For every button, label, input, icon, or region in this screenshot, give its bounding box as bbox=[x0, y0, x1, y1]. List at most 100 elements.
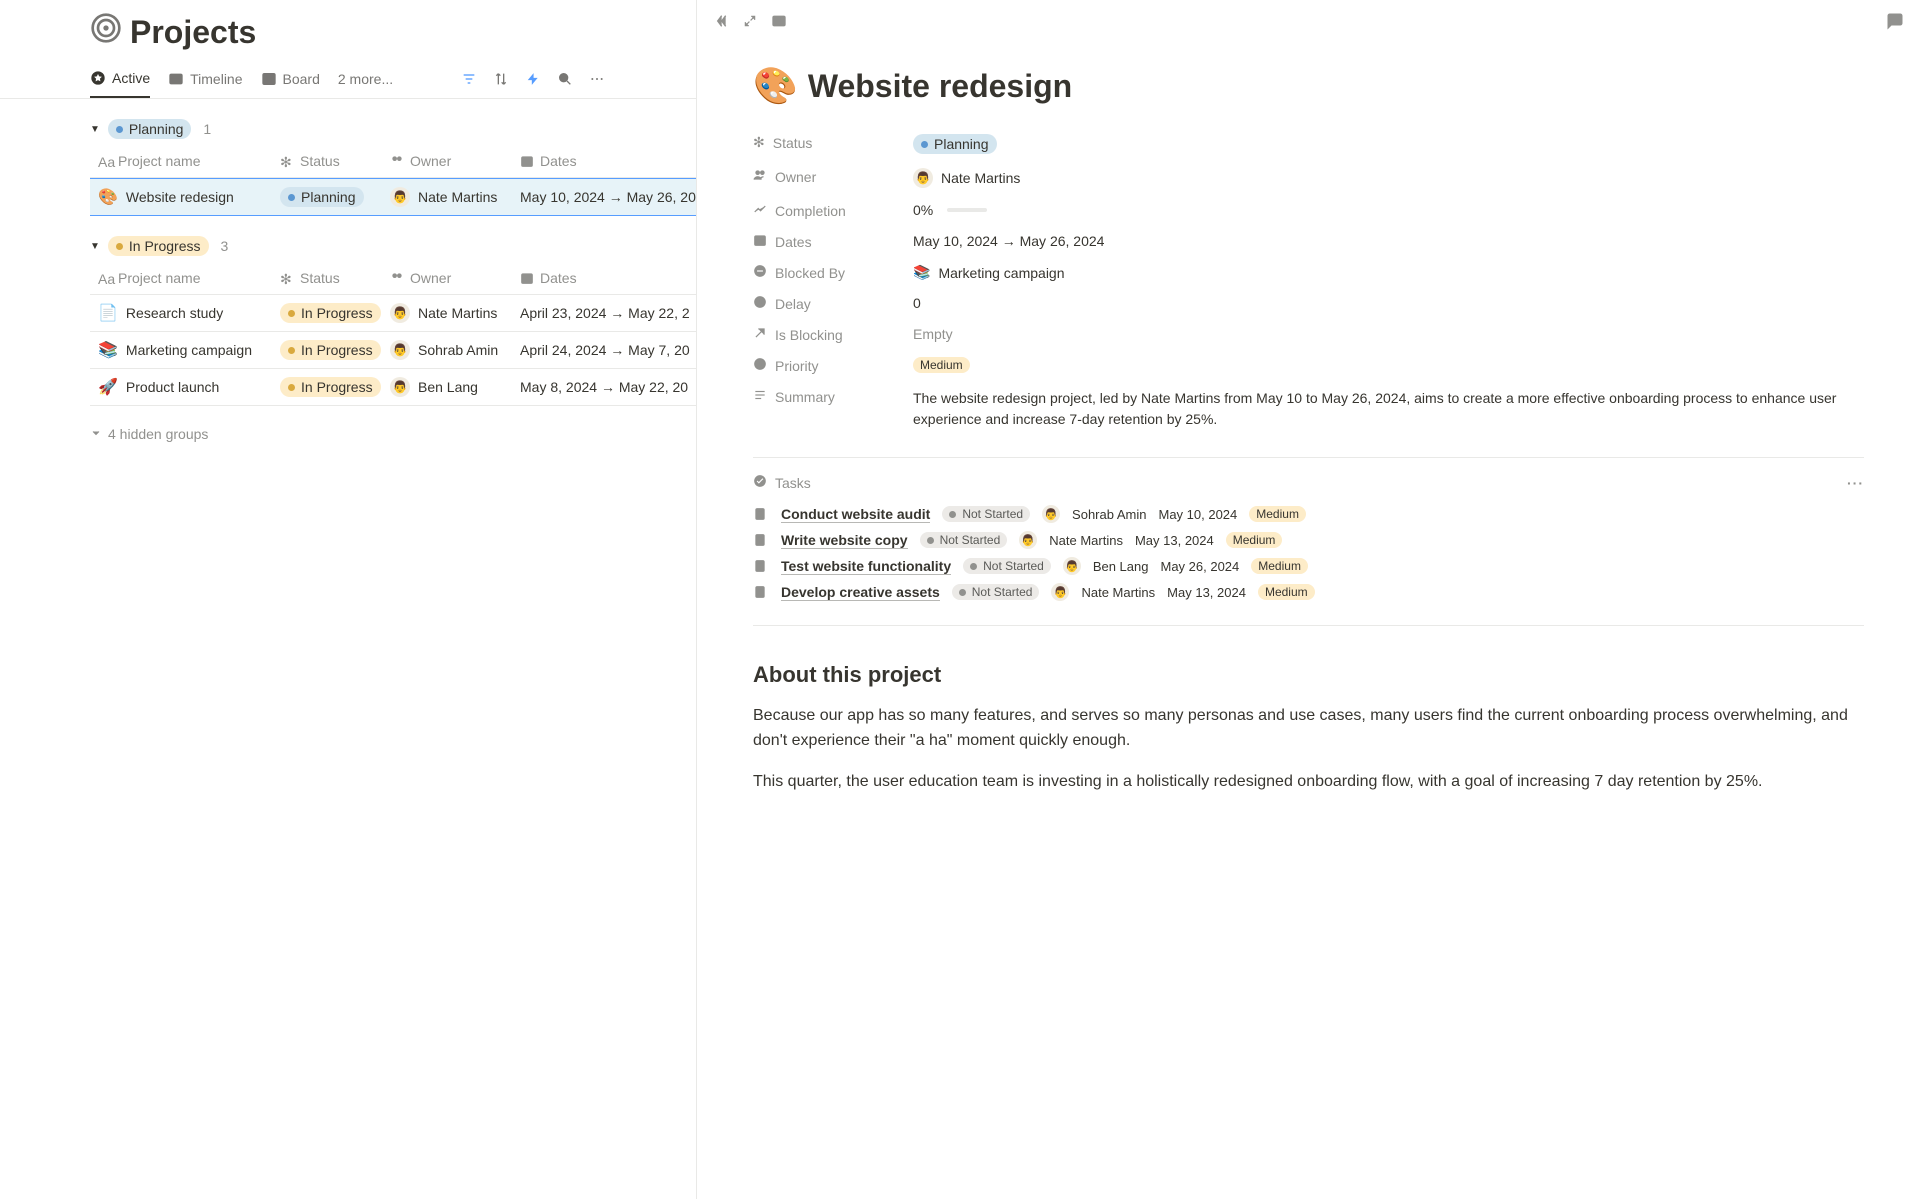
prop-label-dates[interactable]: Dates bbox=[753, 233, 913, 250]
table-row[interactable]: 🎨Website redesign Planning 👨Nate Martins… bbox=[90, 178, 696, 216]
project-icon: 🎨 bbox=[98, 187, 118, 207]
prop-value-isblocking[interactable]: Empty bbox=[913, 326, 1864, 342]
prop-label-summary[interactable]: Summary bbox=[753, 388, 913, 405]
prop-value-status[interactable]: Planning bbox=[913, 134, 1864, 154]
tab-label: Timeline bbox=[190, 71, 242, 87]
tasks-more-icon[interactable]: ··· bbox=[1847, 475, 1864, 491]
palette-icon[interactable]: 🎨 bbox=[753, 65, 798, 107]
about-heading: About this project bbox=[753, 662, 1864, 688]
people-icon bbox=[753, 168, 767, 185]
group-section: ▼ In Progress 3 AaProject name ✻Status O… bbox=[0, 216, 696, 406]
task-date: May 13, 2024 bbox=[1135, 533, 1214, 548]
task-row[interactable]: Write website copy Not Started 👨 Nate Ma… bbox=[697, 527, 1920, 553]
about-paragraph[interactable]: This quarter, the user education team is… bbox=[753, 770, 1864, 795]
avatar: 👨 bbox=[1051, 583, 1069, 601]
target-icon bbox=[90, 12, 122, 52]
column-status[interactable]: ✻Status bbox=[280, 153, 390, 169]
cell-dates: April 23, 2024 → May 22, 2 bbox=[520, 305, 696, 321]
filter-icon[interactable] bbox=[460, 70, 478, 88]
task-row[interactable]: Develop creative assets Not Started 👨 Na… bbox=[697, 579, 1920, 605]
chevron-down-icon[interactable]: ▼ bbox=[90, 124, 100, 135]
loading-icon: ✻ bbox=[753, 134, 765, 151]
hidden-groups-toggle[interactable]: 4 hidden groups bbox=[0, 406, 696, 442]
about-paragraph[interactable]: Because our app has so many features, an… bbox=[753, 704, 1864, 754]
peek-mode-icon[interactable] bbox=[771, 13, 787, 32]
task-row[interactable]: Test website functionality Not Started 👨… bbox=[697, 553, 1920, 579]
prop-value-blockedby[interactable]: 📚Marketing campaign bbox=[913, 264, 1864, 281]
tab-more[interactable]: 2 more... bbox=[338, 71, 393, 97]
people-icon bbox=[390, 271, 404, 285]
prop-value-dates[interactable]: May 10, 2024 → May 26, 2024 bbox=[913, 233, 1864, 249]
project-icon: 📄 bbox=[98, 303, 118, 323]
prop-value-summary[interactable]: The website redesign project, led by Nat… bbox=[913, 388, 1864, 430]
task-priority: Medium bbox=[1258, 584, 1315, 600]
text-icon: Aa bbox=[98, 154, 112, 168]
avatar: 👨 bbox=[1019, 531, 1037, 549]
about-section: About this project Because our app has s… bbox=[697, 626, 1920, 846]
cell-status: In Progress bbox=[280, 340, 390, 360]
more-icon[interactable] bbox=[588, 70, 606, 88]
avatar: 👨 bbox=[390, 303, 410, 323]
task-assignee: Ben Lang bbox=[1093, 559, 1149, 574]
prop-label-blockedby[interactable]: Blocked By bbox=[753, 264, 913, 281]
table-row[interactable]: 📚Marketing campaign In Progress 👨Sohrab … bbox=[90, 332, 696, 369]
avatar: 👨 bbox=[1063, 557, 1081, 575]
column-name[interactable]: AaProject name bbox=[90, 153, 280, 169]
prop-label-status[interactable]: ✻Status bbox=[753, 134, 913, 151]
text-icon bbox=[753, 388, 767, 405]
prop-value-delay[interactable]: 0 bbox=[913, 295, 1864, 311]
prop-value-completion[interactable]: 0% bbox=[913, 202, 1864, 218]
cell-name: 📚Marketing campaign bbox=[90, 340, 280, 360]
task-title: Test website functionality bbox=[781, 558, 951, 575]
tab-active[interactable]: Active bbox=[90, 70, 150, 98]
project-icon: 🚀 bbox=[98, 377, 118, 397]
prop-label-owner[interactable]: Owner bbox=[753, 168, 913, 185]
avatar: 👨 bbox=[390, 340, 410, 360]
sort-icon[interactable] bbox=[492, 70, 510, 88]
task-title: Develop creative assets bbox=[781, 584, 940, 601]
prop-label-isblocking[interactable]: Is Blocking bbox=[753, 326, 913, 343]
column-dates[interactable]: Dates bbox=[520, 270, 696, 286]
arrow-up-icon bbox=[753, 326, 767, 343]
cell-owner: 👨Nate Martins bbox=[390, 303, 520, 323]
column-name[interactable]: AaProject name bbox=[90, 270, 280, 286]
cell-status: In Progress bbox=[280, 377, 390, 397]
column-dates[interactable]: Dates bbox=[520, 153, 696, 169]
expand-icon[interactable] bbox=[743, 14, 757, 31]
avatar: 👨 bbox=[1042, 505, 1060, 523]
tab-board[interactable]: Board bbox=[261, 71, 320, 97]
avatar: 👨 bbox=[390, 187, 410, 207]
cell-dates: April 24, 2024 → May 7, 20 bbox=[520, 342, 696, 358]
prop-value-priority[interactable]: Medium bbox=[913, 357, 1864, 373]
detail-panel: 🎨 Website redesign ✻Status Planning Owne… bbox=[696, 0, 1920, 1199]
task-priority: Medium bbox=[1249, 506, 1306, 522]
task-priority: Medium bbox=[1251, 558, 1308, 574]
task-status: Not Started bbox=[963, 558, 1051, 574]
hidden-groups-label: 4 hidden groups bbox=[108, 426, 208, 442]
prop-label-delay[interactable]: Delay bbox=[753, 295, 913, 312]
prop-value-owner[interactable]: 👨Nate Martins bbox=[913, 168, 1864, 188]
detail-topbar bbox=[697, 0, 1920, 45]
comment-icon[interactable] bbox=[1886, 12, 1904, 33]
search-icon[interactable] bbox=[556, 70, 574, 88]
group-header[interactable]: ▼ Planning 1 bbox=[90, 113, 696, 145]
text-icon: Aa bbox=[98, 271, 112, 285]
chevron-down-icon[interactable]: ▼ bbox=[90, 241, 100, 252]
automation-icon[interactable] bbox=[524, 70, 542, 88]
column-owner[interactable]: Owner bbox=[390, 270, 520, 286]
group-header[interactable]: ▼ In Progress 3 bbox=[90, 230, 696, 262]
column-status[interactable]: ✻Status bbox=[280, 270, 390, 286]
prop-label-completion[interactable]: Completion bbox=[753, 202, 913, 219]
column-owner[interactable]: Owner bbox=[390, 153, 520, 169]
tab-timeline[interactable]: Timeline bbox=[168, 71, 242, 97]
group-section: ▼ Planning 1 AaProject name ✻Status Owne… bbox=[0, 99, 696, 216]
task-status: Not Started bbox=[952, 584, 1040, 600]
prop-label-priority[interactable]: Priority bbox=[753, 357, 913, 374]
detail-properties: ✻Status Planning Owner 👨Nate Martins Com… bbox=[697, 127, 1920, 437]
detail-title[interactable]: Website redesign bbox=[808, 68, 1072, 105]
page-icon bbox=[753, 507, 769, 521]
table-row[interactable]: 📄Research study In Progress 👨Nate Martin… bbox=[90, 295, 696, 332]
table-row[interactable]: 🚀Product launch In Progress 👨Ben Lang Ma… bbox=[90, 369, 696, 406]
collapse-icon[interactable] bbox=[713, 13, 729, 32]
task-row[interactable]: Conduct website audit Not Started 👨 Sohr… bbox=[697, 501, 1920, 527]
